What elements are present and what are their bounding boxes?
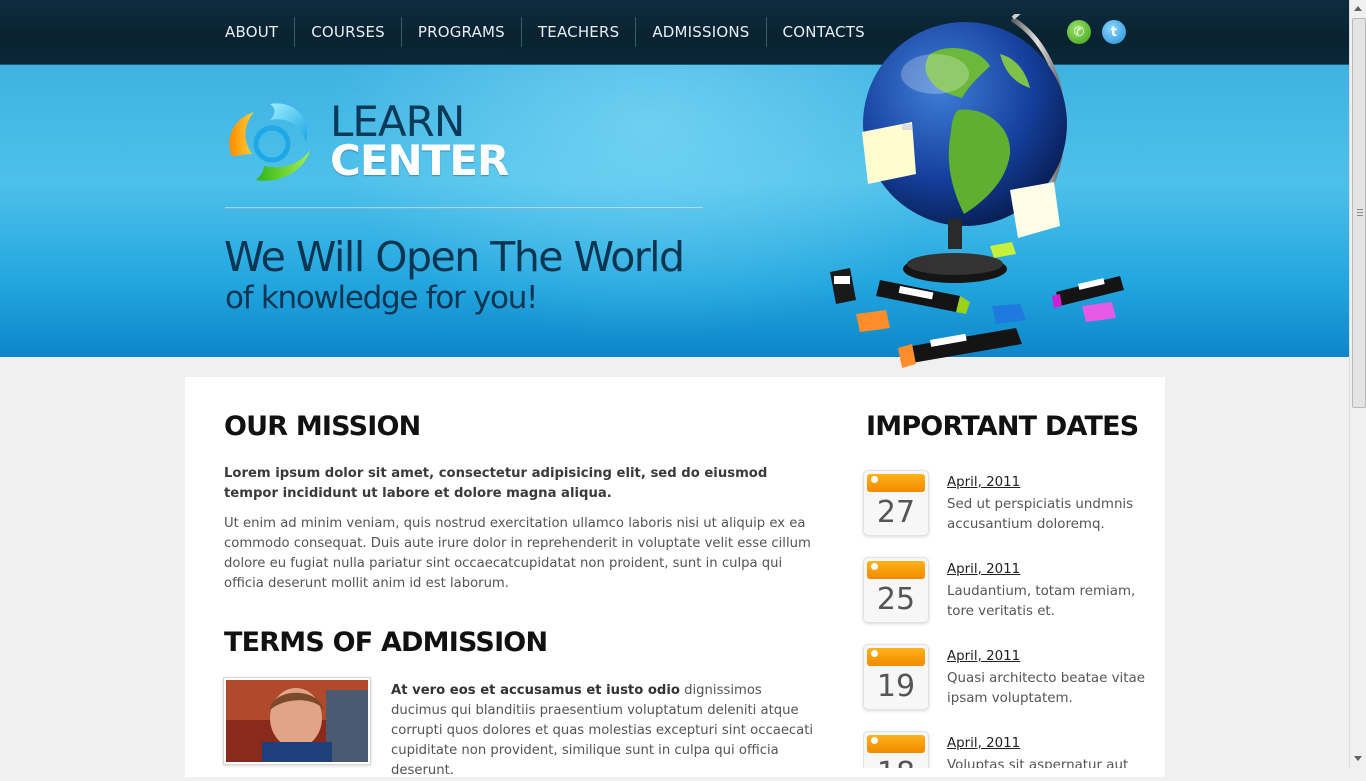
mission-lead: Lorem ipsum dolor sit amet, consectetur … (224, 466, 768, 501)
top-navigation-bar: ABOUT COURSES PROGRAMS TEACHERS ADMISSIO… (0, 0, 1349, 65)
logo-swirl-icon[interactable] (224, 98, 316, 184)
mission-body: Ut enim ad minim veniam, quis nostrud ex… (224, 516, 811, 591)
date-link[interactable]: April, 2011 (947, 562, 1020, 577)
hero-slogan-line2: of knowledge for you! (225, 280, 538, 316)
admission-lead: At vero eos et accusamus et iusto odio (391, 683, 680, 698)
date-link[interactable]: April, 2011 (947, 736, 1020, 751)
mission-heading: OUR MISSION (224, 411, 421, 442)
date-item: 27 April, 2011 Sed ut perspiciatis undmn… (863, 470, 1143, 540)
grip-line (1357, 212, 1363, 213)
date-description: Sed ut perspiciatis undmnis accusantium … (947, 497, 1134, 532)
scroll-down-arrow-icon[interactable] (1354, 756, 1362, 761)
globe-illustration (830, 14, 1124, 368)
nav-about-link[interactable]: ABOUT (213, 17, 296, 47)
calendar-icon: 18 (863, 731, 929, 768)
vertical-scrollbar[interactable] (1349, 0, 1366, 768)
calendar-dot (871, 737, 878, 744)
admission-text: At vero eos et accusamus et iusto odio d… (391, 681, 817, 781)
date-description: Laudantium, totam remiam, tore veritatis… (947, 584, 1136, 619)
calendar-icon: 27 (863, 470, 929, 536)
grip-line (1357, 215, 1363, 216)
date-item: 19 April, 2011 Quasi architecto beatae v… (863, 644, 1145, 714)
date-item: 25 April, 2011 Laudantium, totam remiam,… (863, 557, 1143, 627)
calendar-dot (871, 563, 878, 570)
calendar-icon: 19 (863, 644, 929, 710)
scrollbar-thumb[interactable] (1352, 18, 1366, 408)
date-description: Voluptas sit aspernatur aut (947, 758, 1129, 768)
hero-slogan-line1: We Will Open The World (224, 233, 685, 281)
calendar-day: 25 (876, 582, 916, 617)
nav-courses-link[interactable]: COURSES (295, 17, 402, 47)
hero-divider (225, 207, 703, 209)
date-link[interactable]: April, 2011 (947, 475, 1020, 490)
calendar-day: 18 (864, 756, 928, 768)
nav-programs-link[interactable]: PROGRAMS (402, 17, 522, 47)
date-link[interactable]: April, 2011 (947, 649, 1020, 664)
nav-teachers-link[interactable]: TEACHERS (522, 17, 637, 47)
student-photo[interactable] (223, 677, 371, 765)
dates-heading: IMPORTANT DATES (866, 411, 1139, 442)
calendar-day: 19 (876, 669, 916, 704)
nav-admissions-link[interactable]: ADMISSIONS (636, 17, 767, 47)
date-item: 18 April, 2011 Voluptas sit aspernatur a… (863, 731, 1143, 768)
date-description: Quasi architecto beatae vitae ipsam volu… (947, 671, 1145, 706)
grip-line (1357, 209, 1363, 210)
calendar-icon: 25 (863, 557, 929, 623)
calendar-day: 27 (876, 495, 916, 530)
scroll-up-arrow-icon[interactable] (1354, 6, 1362, 11)
admission-heading: TERMS OF ADMISSION (224, 627, 548, 658)
student-photo-image (226, 680, 368, 762)
hero-banner (0, 65, 1349, 357)
logo-line2[interactable]: CENTER (330, 140, 509, 182)
main-menu: ABOUT COURSES PROGRAMS TEACHERS ADMISSIO… (213, 17, 881, 47)
calendar-dot (871, 650, 878, 657)
calendar-dot (871, 476, 878, 483)
